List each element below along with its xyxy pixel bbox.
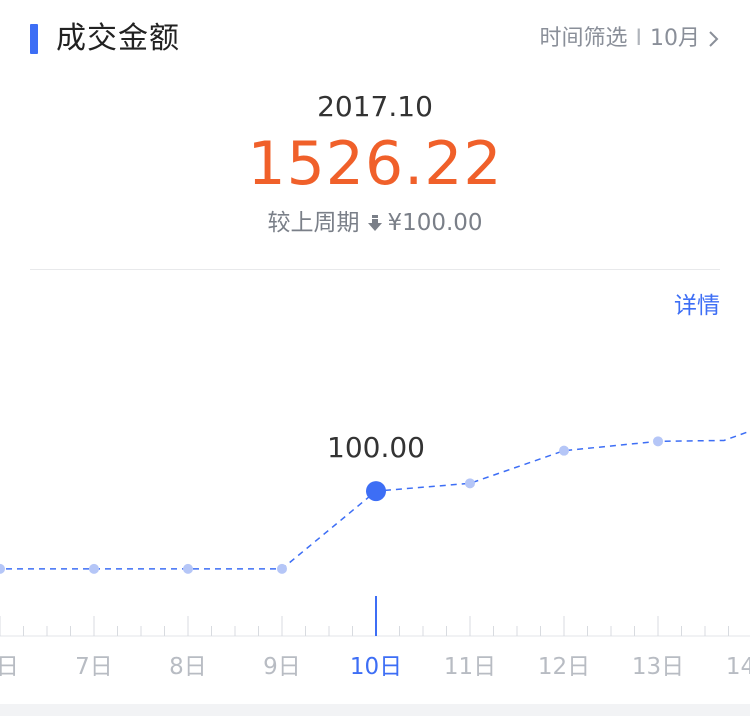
x-tick-label[interactable]: 11日 xyxy=(444,654,496,680)
compare-label: 较上周期 xyxy=(267,210,360,236)
arrow-down-icon xyxy=(368,215,383,231)
x-tick-label[interactable]: 6日 xyxy=(0,654,19,680)
data-point[interactable] xyxy=(277,563,287,574)
x-tick-label-selected[interactable]: 10日 xyxy=(350,654,402,680)
data-point[interactable] xyxy=(559,445,569,456)
period-label: 2017.10 xyxy=(317,90,433,123)
data-point[interactable] xyxy=(653,436,663,447)
time-filter-label: 时间筛选 xyxy=(539,26,628,51)
x-tick-label[interactable]: 8日 xyxy=(169,654,207,680)
divider xyxy=(30,269,720,270)
page-title: 成交金额 xyxy=(56,21,180,56)
x-tick-label[interactable]: 14日 xyxy=(726,654,750,680)
x-tick-label[interactable]: 12日 xyxy=(538,654,590,680)
time-filter-button[interactable]: 时间筛选 I 10月 xyxy=(539,24,722,54)
selected-data-point[interactable] xyxy=(366,481,386,502)
compare-value: ¥100.00 xyxy=(387,210,483,236)
x-tick-label[interactable]: 9日 xyxy=(263,654,301,680)
data-point[interactable] xyxy=(0,563,5,574)
x-tick-label[interactable]: 13日 xyxy=(632,654,684,680)
time-filter-value: 10月 xyxy=(650,26,700,51)
data-point[interactable] xyxy=(89,563,99,574)
total-amount: 1526.22 xyxy=(247,129,503,199)
chevron-right-icon xyxy=(709,31,719,47)
x-tick-label[interactable]: 7日 xyxy=(75,654,113,680)
detail-link[interactable]: 详情 xyxy=(674,292,720,320)
data-point[interactable] xyxy=(183,563,193,574)
page: 成交金额 时间筛选 I 10月 2017.10 1526.22 较上周期 ¥10… xyxy=(0,0,750,716)
footer-band xyxy=(0,704,750,716)
data-point[interactable] xyxy=(465,478,475,489)
selected-value-label: 100.00 xyxy=(327,431,425,464)
trend-line-chart[interactable]: 100.00 6日 7日 8日 9日 10日 11日 12日 13日 14日 xyxy=(0,380,750,700)
time-filter-separator: I xyxy=(635,26,643,51)
compare-row: 较上周期 ¥100.00 xyxy=(0,208,750,238)
header-accent-marker xyxy=(30,24,38,54)
